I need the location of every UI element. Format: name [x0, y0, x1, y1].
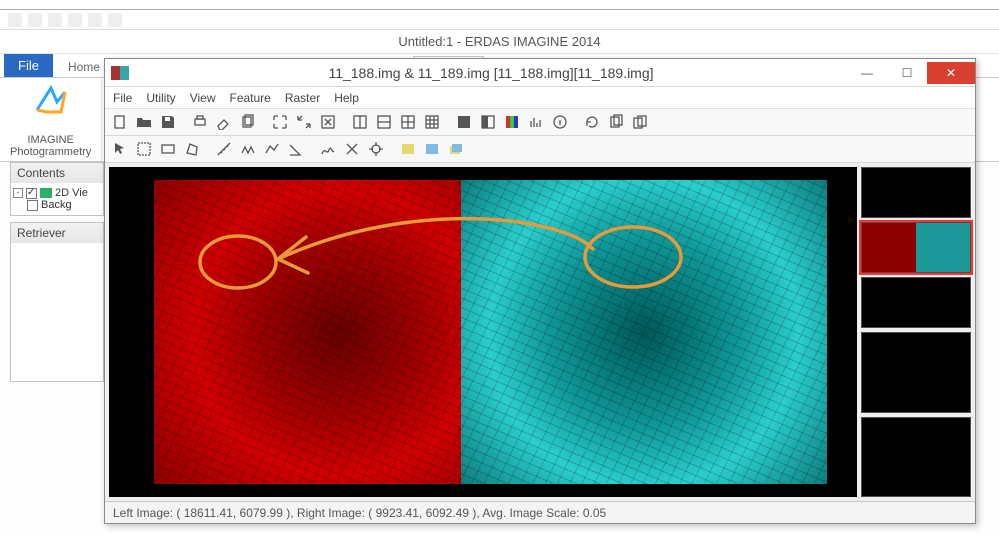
file-tab[interactable]: File	[4, 54, 53, 77]
viewer-toolbar-1	[105, 109, 975, 136]
viewer-window: 11_188.img & 11_189.img [11_188.img][11_…	[104, 58, 976, 524]
ribbon-group-photogrammetry[interactable]: IMAGINE Photogrammetry	[0, 78, 102, 161]
layer-blue-icon[interactable]	[421, 138, 443, 160]
measure-icon[interactable]	[213, 138, 235, 160]
zoom-1-1-icon[interactable]	[293, 111, 315, 133]
expand-icon[interactable]: -	[13, 188, 23, 198]
layer-checkbox[interactable]	[27, 200, 38, 211]
viewer-statusbar: Left Image: ( 18611.41, 6079.99 ), Right…	[105, 501, 975, 523]
maximize-button[interactable]: ☐	[887, 62, 927, 84]
overview-cell[interactable]	[861, 332, 971, 412]
qat-button[interactable]	[108, 13, 122, 27]
menu-help[interactable]: Help	[334, 91, 359, 105]
overview-cell-pair[interactable]	[861, 222, 971, 273]
annotation-overlay	[109, 167, 857, 497]
zigzag-icon[interactable]	[237, 138, 259, 160]
select-poly-icon[interactable]	[181, 138, 203, 160]
cropped-top-edge	[0, 0, 999, 10]
target-icon[interactable]	[365, 138, 387, 160]
qat-button[interactable]	[28, 13, 42, 27]
viewer-menu: File Utility View Feature Raster Help	[105, 87, 975, 109]
qat-button[interactable]	[8, 13, 22, 27]
copy-icon[interactable]	[237, 111, 259, 133]
grid-4-icon[interactable]	[397, 111, 419, 133]
menu-raster[interactable]: Raster	[285, 91, 320, 105]
angle-icon[interactable]	[285, 138, 307, 160]
app-title: Untitled:1 - ERDAS IMAGINE 2014	[0, 30, 999, 54]
overview-column	[861, 167, 971, 497]
photogrammetry-icon	[33, 82, 69, 118]
menu-view[interactable]: View	[190, 91, 216, 105]
qat-button[interactable]	[48, 13, 62, 27]
grid-multi-icon[interactable]	[421, 111, 443, 133]
minimize-button[interactable]: —	[847, 62, 887, 84]
save-icon[interactable]	[157, 111, 179, 133]
viewer-titlebar[interactable]: 11_188.img & 11_189.img [11_188.img][11_…	[105, 59, 975, 87]
clone-icon[interactable]	[629, 111, 651, 133]
erase-icon[interactable]	[213, 111, 235, 133]
grid-2-icon[interactable]	[373, 111, 395, 133]
menu-feature[interactable]: Feature	[229, 91, 270, 105]
fit-icon[interactable]	[269, 111, 291, 133]
overview-cell[interactable]	[861, 277, 971, 328]
stereo-canvas[interactable]	[109, 167, 857, 497]
tree-node-2d-view[interactable]: - 2D Vie	[13, 187, 101, 199]
contents-panel: Contents - 2D Vie Backg	[10, 162, 104, 216]
contents-header: Contents	[11, 163, 103, 183]
tree-label: Backg	[41, 199, 72, 211]
open-icon[interactable]	[133, 111, 155, 133]
overview-mini-right	[916, 223, 970, 272]
cross-icon[interactable]	[341, 138, 363, 160]
overview-mini-left	[862, 223, 916, 272]
cursor-icon[interactable]	[109, 138, 131, 160]
layout-a-icon[interactable]	[453, 111, 475, 133]
qat-button[interactable]	[68, 13, 82, 27]
status-text: Left Image: ( 18611.41, 6079.99 ), Right…	[113, 506, 606, 520]
new-icon[interactable]	[109, 111, 131, 133]
info-icon[interactable]	[549, 111, 571, 133]
refresh-icon[interactable]	[581, 111, 603, 133]
viewer-toolbar-2	[105, 136, 975, 163]
profile-icon[interactable]	[317, 138, 339, 160]
viewer-title: 11_188.img & 11_189.img [11_188.img][11_…	[135, 65, 847, 81]
layout-b-icon[interactable]	[477, 111, 499, 133]
menu-utility[interactable]: Utility	[146, 91, 175, 105]
ribbon-group-label: IMAGINE Photogrammetry	[10, 134, 91, 159]
grid-1-icon[interactable]	[349, 111, 371, 133]
duplicate-icon[interactable]	[605, 111, 627, 133]
overview-cell[interactable]	[861, 167, 971, 218]
select-box-icon[interactable]	[133, 138, 155, 160]
select-rect-icon[interactable]	[157, 138, 179, 160]
viewer-app-icon	[111, 66, 129, 80]
layer-swatch-icon	[40, 188, 52, 198]
close-button[interactable]: ✕	[927, 62, 975, 84]
window-controls: — ☐ ✕	[847, 62, 975, 84]
layer-stack-icon[interactable]	[445, 138, 467, 160]
print-icon[interactable]	[189, 111, 211, 133]
contents-tree[interactable]: - 2D Vie Backg	[11, 183, 103, 215]
qat-button[interactable]	[88, 13, 102, 27]
retriever-panel: Retriever	[10, 222, 104, 382]
left-panels: Contents - 2D Vie Backg Retriever	[10, 162, 104, 388]
zoom-extent-icon[interactable]	[317, 111, 339, 133]
histogram-icon[interactable]	[525, 111, 547, 133]
layer-checkbox[interactable]	[26, 188, 37, 199]
viewer-content	[105, 163, 975, 501]
retriever-header: Retriever	[11, 223, 103, 243]
tree-node-background[interactable]: Backg	[13, 199, 101, 211]
tree-label: 2D Vie	[55, 187, 88, 199]
polyline-icon[interactable]	[261, 138, 283, 160]
menu-file[interactable]: File	[113, 91, 132, 105]
color-swatch-icon[interactable]	[501, 111, 523, 133]
layer-yellow-icon[interactable]	[397, 138, 419, 160]
overview-cell[interactable]	[861, 417, 971, 497]
quick-access-toolbar	[0, 10, 999, 30]
